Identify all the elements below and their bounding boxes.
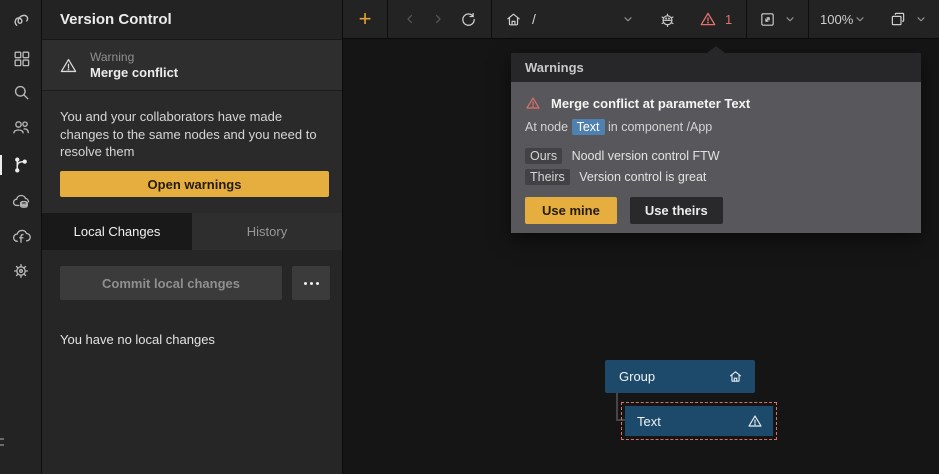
home-icon bbox=[728, 369, 743, 384]
components-grid-icon bbox=[12, 49, 31, 68]
sidebar-item-collaborators[interactable] bbox=[0, 113, 42, 141]
viewport-frames-button[interactable] bbox=[889, 10, 907, 28]
chevron-down-icon bbox=[784, 13, 796, 25]
sidebar-item-settings[interactable] bbox=[0, 257, 42, 285]
cloud-data-icon bbox=[11, 191, 32, 212]
nav-forward-button[interactable] bbox=[431, 12, 445, 26]
version-control-branch-icon bbox=[11, 155, 31, 175]
banner-message: Merge conflict bbox=[90, 65, 178, 81]
frames-options-chevron[interactable] bbox=[915, 13, 927, 25]
use-theirs-button[interactable]: Use theirs bbox=[630, 197, 723, 224]
warning-triangle-icon bbox=[747, 413, 763, 429]
noodl-logo-icon bbox=[11, 10, 32, 31]
version-control-panel: Version Control Warning Merge conflict Y… bbox=[42, 0, 343, 474]
ours-badge: Ours bbox=[525, 148, 562, 164]
noodl-editor-window: Version Control Warning Merge conflict Y… bbox=[0, 0, 939, 474]
zoom-level-value: 100% bbox=[820, 12, 853, 27]
ours-value: Noodl version control FTW bbox=[572, 149, 720, 163]
popup-header: Warnings bbox=[511, 53, 921, 82]
warning-triangle-icon bbox=[59, 56, 78, 75]
frames-icon bbox=[889, 10, 907, 28]
search-icon bbox=[12, 83, 31, 102]
warning-triangle-icon bbox=[525, 95, 541, 111]
gear-icon bbox=[11, 261, 31, 281]
bug-icon bbox=[658, 10, 677, 29]
warning-count-badge: 1 bbox=[725, 12, 732, 27]
component-path-dropdown[interactable]: / bbox=[492, 0, 647, 38]
local-changes-tab-content: Commit local changes You have no local c… bbox=[42, 250, 342, 474]
sidebar-item-components[interactable] bbox=[0, 44, 42, 72]
page-title: Version Control bbox=[60, 11, 172, 28]
cloud-functions-icon bbox=[11, 226, 32, 247]
theirs-value: Version control is great bbox=[579, 170, 706, 184]
warnings-popup: Warnings Merge conflict at parameter Tex… bbox=[511, 53, 921, 233]
icon-rail bbox=[0, 0, 42, 474]
refresh-icon bbox=[460, 11, 477, 28]
popup-pointer bbox=[707, 46, 725, 53]
theirs-row: Theirs Version control is great bbox=[525, 170, 907, 184]
chevron-left-icon bbox=[403, 12, 417, 26]
collaborators-icon bbox=[11, 117, 31, 137]
use-mine-button[interactable]: Use mine bbox=[525, 197, 617, 224]
clipped-edge-icon bbox=[0, 437, 4, 449]
chevron-right-icon bbox=[431, 12, 445, 26]
expand-icon bbox=[759, 11, 776, 28]
more-options-button[interactable] bbox=[292, 266, 330, 300]
location-suffix: in component /App bbox=[608, 120, 712, 134]
refresh-button[interactable] bbox=[460, 11, 477, 28]
popup-title: Warnings bbox=[525, 60, 584, 75]
expand-options-chevron[interactable] bbox=[784, 13, 796, 25]
sidebar-item-cloud-functions[interactable] bbox=[0, 222, 42, 250]
tab-history[interactable]: History bbox=[192, 213, 342, 250]
merge-conflict-banner: Warning Merge conflict bbox=[42, 40, 342, 91]
conflict-description: You and your collaborators have made cha… bbox=[42, 91, 342, 161]
panel-header: Version Control bbox=[42, 0, 342, 40]
canvas-toolbar: + bbox=[343, 0, 939, 39]
sidebar-item-version-control[interactable] bbox=[0, 151, 42, 179]
banner-kicker: Warning bbox=[90, 50, 178, 65]
debug-button[interactable] bbox=[658, 10, 677, 29]
node-label: Group bbox=[619, 369, 728, 384]
warning-location: At node Text in component /App bbox=[525, 120, 907, 134]
commit-local-changes-button[interactable]: Commit local changes bbox=[60, 266, 282, 300]
node-name-badge[interactable]: Text bbox=[572, 119, 605, 135]
node-text-conflict-outline[interactable]: Text bbox=[621, 402, 777, 440]
location-prefix: At node bbox=[525, 120, 568, 134]
ours-row: Ours Noodl version control FTW bbox=[525, 149, 907, 163]
chevron-down-icon bbox=[854, 13, 866, 25]
popup-body: Merge conflict at parameter Text At node… bbox=[511, 82, 921, 233]
panel-tabs: Local Changes History bbox=[42, 213, 342, 250]
component-path-label: / bbox=[532, 11, 536, 27]
chevron-down-icon bbox=[915, 13, 927, 25]
chevron-down-icon bbox=[622, 13, 634, 25]
sidebar-item-search[interactable] bbox=[0, 78, 42, 106]
nav-back-button[interactable] bbox=[403, 12, 417, 26]
node-group[interactable]: Group bbox=[605, 360, 755, 393]
node-connector bbox=[616, 393, 618, 421]
warning-title: Merge conflict at parameter Text bbox=[551, 96, 750, 111]
theirs-badge: Theirs bbox=[525, 169, 570, 185]
add-node-button[interactable]: + bbox=[359, 8, 372, 30]
ellipsis-icon bbox=[304, 282, 319, 285]
warning-triangle-icon bbox=[699, 10, 717, 28]
tab-local-changes[interactable]: Local Changes bbox=[42, 213, 192, 250]
preview-expand-button[interactable] bbox=[759, 11, 776, 28]
zoom-level-dropdown[interactable]: 100% bbox=[809, 0, 877, 38]
node-label: Text bbox=[637, 414, 747, 429]
warnings-toolbar-button[interactable]: 1 bbox=[699, 10, 732, 28]
open-warnings-button[interactable]: Open warnings bbox=[60, 171, 329, 197]
sidebar-item-noodl-logo[interactable] bbox=[0, 6, 42, 34]
node-text[interactable]: Text bbox=[625, 406, 773, 436]
home-icon bbox=[505, 11, 522, 28]
sidebar-item-cloud-data[interactable] bbox=[0, 187, 42, 215]
empty-state-message: You have no local changes bbox=[60, 332, 215, 347]
